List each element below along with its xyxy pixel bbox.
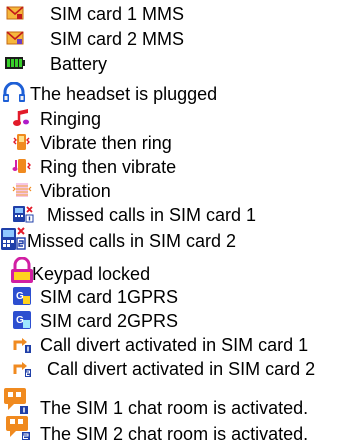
legend-item: Keypad locked <box>0 257 360 288</box>
missed-calls-sim1-icon <box>12 204 34 224</box>
legend-item: Call divert activated in SIM card 1 <box>0 335 360 359</box>
legend-item: The SIM 1 chat room is activated. <box>0 388 360 422</box>
legend-item: Call divert activated in SIM card 2 <box>0 359 360 383</box>
legend-label: Keypad locked <box>32 264 151 284</box>
ring-then-vibrate-icon <box>12 156 32 176</box>
legend-label: Ringing <box>40 109 102 129</box>
legend-label: Vibration <box>40 181 111 201</box>
legend-item: SIM card 1 MMS <box>0 4 360 28</box>
legend-label: Missed calls in SIM card 2 <box>27 231 237 251</box>
ringing-note-icon <box>12 108 32 128</box>
sim2-mms-envelope-icon <box>6 30 24 46</box>
legend-item: Ringing <box>0 109 360 133</box>
call-divert-sim1-icon <box>12 334 32 354</box>
missed-calls-sim2-icon <box>0 225 26 253</box>
legend-label: SIM card 2 MMS <box>50 29 185 49</box>
legend-label: Missed calls in SIM card 1 <box>47 205 257 225</box>
vibrate-then-ring-icon <box>12 132 32 152</box>
legend-item: Battery <box>0 54 360 78</box>
battery-icon <box>4 55 26 71</box>
legend-label: SIM card 1GPRS <box>40 287 179 307</box>
legend-item: Missed calls in SIM card 2 <box>0 227 360 255</box>
headset-icon <box>2 82 26 104</box>
legend-label: The SIM 1 chat room is activated. <box>40 398 309 418</box>
svg-text:G: G <box>16 315 24 326</box>
call-divert-sim2-icon <box>12 358 32 378</box>
sim2-chat-room-icon <box>4 414 32 442</box>
legend-label: Vibrate then ring <box>40 133 172 153</box>
legend-label: The headset is plugged <box>30 84 218 104</box>
legend-label: Ring then vibrate <box>40 157 177 177</box>
legend-label: Battery <box>50 54 108 74</box>
sim2-gprs-icon: G <box>12 310 32 330</box>
legend-label: SIM card 1 MMS <box>50 4 185 24</box>
legend-item: G SIM card 2GPRS <box>0 311 360 335</box>
legend-item: The headset is plugged <box>0 82 360 108</box>
legend-label: Call divert activated in SIM card 1 <box>40 335 309 355</box>
sim1-gprs-icon: G <box>12 286 32 306</box>
legend-item: G SIM card 1GPRS <box>0 287 360 311</box>
vibration-icon <box>12 180 32 200</box>
sim1-mms-envelope-icon <box>6 5 24 21</box>
legend-label: Call divert activated in SIM card 2 <box>47 359 316 379</box>
legend-item: SIM card 2 MMS <box>0 29 360 53</box>
legend-label: SIM card 2GPRS <box>40 311 179 331</box>
legend-item: Vibrate then ring <box>0 133 360 157</box>
legend-item: Missed calls in SIM card 1 <box>0 205 360 229</box>
legend-item: Vibration <box>0 181 360 205</box>
legend-item: Ring then vibrate <box>0 157 360 181</box>
svg-text:G: G <box>16 291 24 302</box>
sim1-chat-room-icon <box>2 386 30 416</box>
legend-label: The SIM 2 chat room is activated. <box>40 424 309 444</box>
legend-item: The SIM 2 chat room is activated. <box>0 416 360 448</box>
